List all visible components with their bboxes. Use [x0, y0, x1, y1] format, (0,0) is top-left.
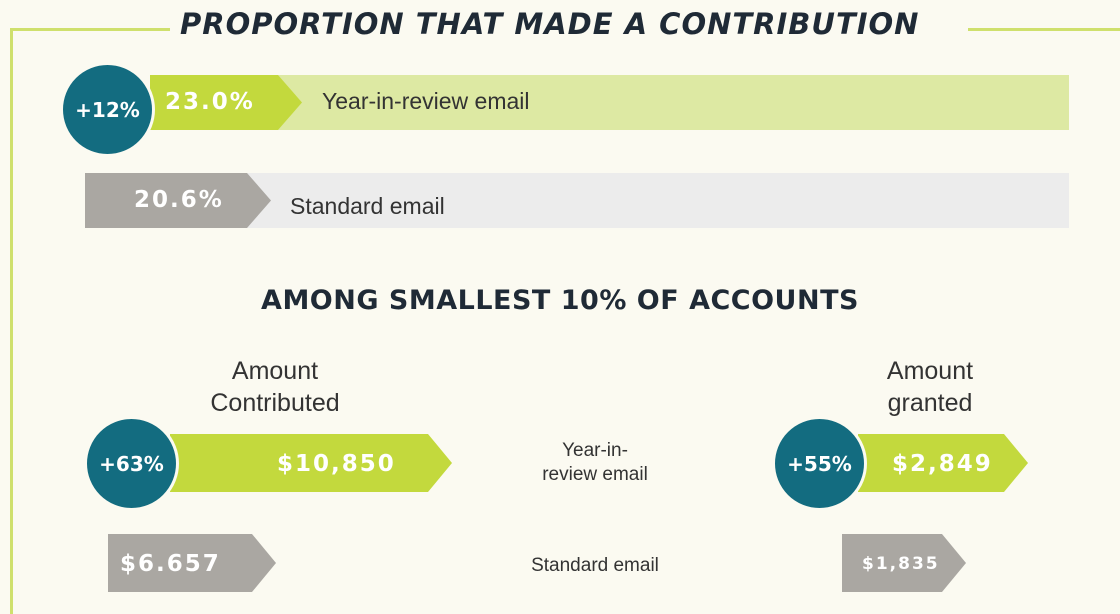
granted-header-line2: granted — [887, 389, 973, 417]
review-proportion-badge: +12% — [60, 62, 155, 157]
contributed-header-line2: Contributed — [210, 389, 340, 417]
review-email-label-line2: review email — [542, 464, 648, 485]
contributed-review-value: $10,850 — [277, 451, 396, 477]
standard-proportion-value: 20.6% — [134, 187, 224, 213]
frame-top-left — [10, 28, 170, 31]
granted-header-line1: Amount — [886, 357, 974, 385]
chart-title: PROPORTION THAT MADE A CONTRIBUTION — [180, 7, 920, 41]
review-email-label: Year-in- review email — [515, 439, 675, 487]
frame-left — [10, 28, 13, 614]
frame-top-right — [968, 28, 1120, 31]
granted-badge: +55% — [772, 416, 867, 511]
section-subtitle: AMONG SMALLEST 10% OF ACCOUNTS — [261, 285, 859, 316]
granted-review-value: $2,849 — [892, 451, 993, 477]
review-proportion-label: Year-in-review email — [322, 88, 530, 114]
contributed-badge: +63% — [84, 416, 179, 511]
contributed-header-line1: Amount — [231, 357, 319, 385]
standard-email-label: Standard email — [531, 555, 659, 576]
granted-header: Amount granted — [860, 355, 1000, 419]
review-proportion-value: 23.0% — [165, 89, 255, 115]
standard-proportion-label: Standard email — [290, 193, 445, 219]
contributed-standard-value: $6.657 — [120, 551, 221, 577]
review-email-label-line1: Year-in- — [562, 440, 628, 461]
granted-standard-value: $1,835 — [862, 554, 940, 574]
contributed-header: Amount Contributed — [170, 355, 380, 419]
